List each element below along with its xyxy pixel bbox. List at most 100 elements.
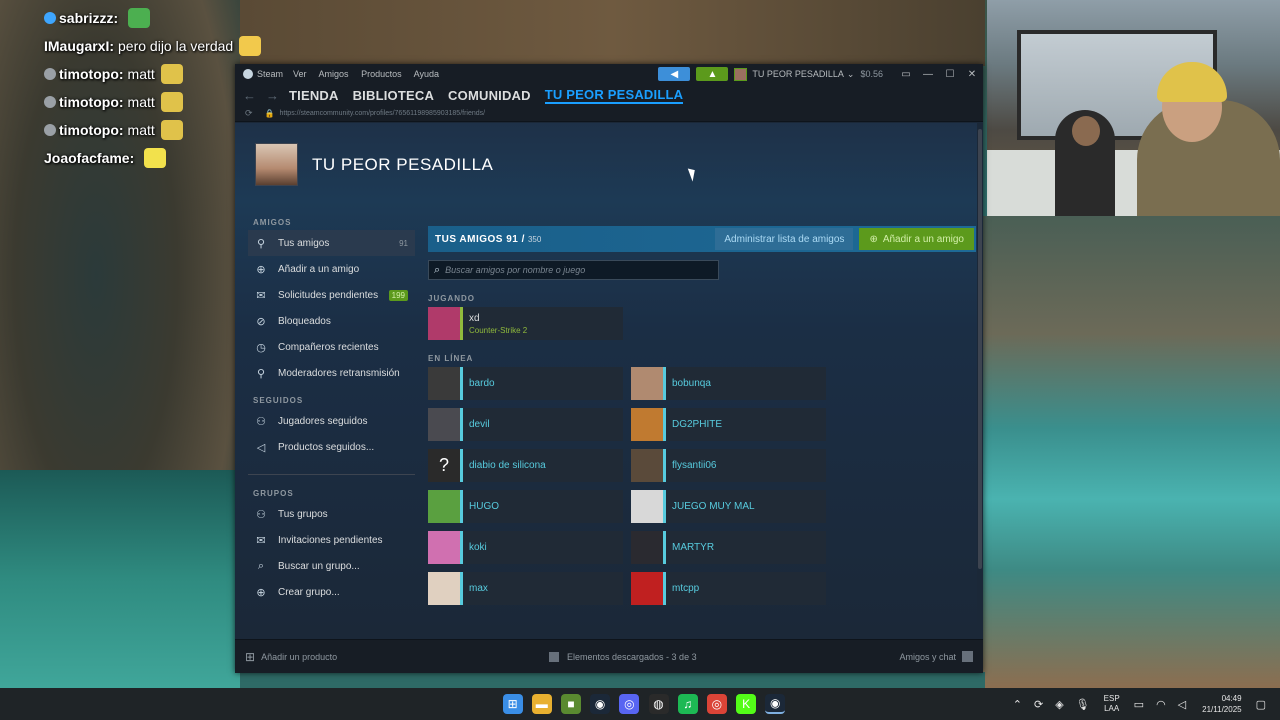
spotify-icon[interactable]: ♫ xyxy=(677,694,698,714)
sidebar-section-title: SEGUIDOS xyxy=(253,396,304,405)
friend-card[interactable]: bobunqa xyxy=(631,367,826,400)
url-text[interactable]: https://steamcommunity.com/profiles/7656… xyxy=(280,110,486,117)
windows-taskbar: ⊞ ▬ ■ ◉ ◎ ◍ ♫ ◎ K ◉ ⌃ ⟳ ◈ 🎙 ESP LAA ▭ ◠ ◁ 04:49 2… xyxy=(0,688,1280,720)
obs-icon[interactable]: ◍ xyxy=(648,694,669,714)
volume-icon[interactable]: ◁ xyxy=(1178,698,1186,711)
sidebar-item[interactable]: ⊘ Bloqueados xyxy=(248,308,415,334)
account-menu[interactable]: TU PEOR PESADILLA ⌄ $0.56 xyxy=(734,67,883,81)
downloads-button[interactable]: Elementos descargados - 3 de 3 xyxy=(549,651,697,662)
reload-icon[interactable]: ⟳ xyxy=(245,108,253,119)
steam-active-icon[interactable]: ◉ xyxy=(765,694,786,714)
nav-profile[interactable]: TU PEOR PESADILLA xyxy=(544,87,684,104)
notifications-button[interactable]: ▲ xyxy=(696,67,729,81)
friends-chat-button[interactable]: Amigos y chat xyxy=(899,651,973,662)
scrollbar-thumb[interactable] xyxy=(978,129,982,569)
account-name: TU PEOR PESADILLA xyxy=(752,69,844,79)
chevron-down-icon: ⌄ xyxy=(846,68,855,79)
friend-card[interactable]: max xyxy=(428,572,623,605)
menu-item-ver[interactable]: Ver xyxy=(293,69,307,79)
system-clock[interactable]: 04:49 21/11/2025 xyxy=(1202,693,1241,715)
friend-text: xd Counter-Strike 2 xyxy=(469,313,527,335)
sidebar-item[interactable]: ◁ Productos seguidos... xyxy=(248,434,415,460)
scrollbar[interactable] xyxy=(977,123,983,639)
profile-name[interactable]: TU PEOR PESADILLA xyxy=(312,155,493,175)
file-explorer-icon[interactable]: ▬ xyxy=(531,694,552,714)
chat-username: timotopo: xyxy=(59,66,124,82)
account-avatar xyxy=(734,67,748,81)
sidebar-item[interactable]: ◷ Compañeros recientes xyxy=(248,334,415,360)
sidebar-item[interactable]: ✉ Invitaciones pendientes xyxy=(248,527,415,553)
friend-text: DG2PHITE xyxy=(672,419,722,430)
chrome-icon[interactable]: ◎ xyxy=(706,694,727,714)
chat-emote-icon xyxy=(239,36,262,56)
friend-card[interactable]: mtcpp xyxy=(631,572,826,605)
nav-biblioteca[interactable]: BIBLIOTECA xyxy=(353,88,434,103)
steam-window: Steam Ver Amigos Productos Ayuda ◀ ▲ TU … xyxy=(235,64,983,673)
add-friend-button[interactable]: ⊕ Añadir a un amigo xyxy=(859,228,974,250)
menu-item-ayuda[interactable]: Ayuda xyxy=(414,69,439,79)
network-icon[interactable]: ◈ xyxy=(1055,698,1063,711)
back-arrow-icon[interactable]: ← xyxy=(243,88,256,103)
friend-status-bar xyxy=(663,408,666,441)
close-icon[interactable]: ✕ xyxy=(961,69,983,80)
friend-card[interactable]: flysantii06 xyxy=(631,449,826,482)
friend-card[interactable]: DG2PHITE xyxy=(631,408,826,441)
friend-card[interactable]: MARTYR xyxy=(631,531,826,564)
notification-icon[interactable]: ▢ xyxy=(1256,698,1266,711)
forward-arrow-icon[interactable]: → xyxy=(266,88,279,103)
friend-card[interactable]: devil xyxy=(428,408,623,441)
language-indicator[interactable]: ESP LAA xyxy=(1104,694,1120,714)
sidebar-item-label: Invitaciones pendientes xyxy=(278,534,383,546)
sidebar-item[interactable]: ⊕ Añadir a un amigo xyxy=(248,256,415,282)
minimize-icon[interactable]: — xyxy=(917,69,939,80)
sidebar-divider xyxy=(248,474,415,475)
minecraft-icon[interactable]: ■ xyxy=(560,694,581,714)
kick-icon[interactable]: K xyxy=(736,694,757,714)
nav-tienda[interactable]: TIENDA xyxy=(289,88,339,103)
sync-icon[interactable]: ⟳ xyxy=(1034,698,1043,711)
online-grid: bardo bobunqa devil DG2PHITE ? diabio de sili… xyxy=(428,367,976,605)
chat-emote-icon xyxy=(128,8,151,28)
windows-start-icon[interactable]: ⊞ xyxy=(502,694,523,714)
steam-icon[interactable]: ◉ xyxy=(590,694,611,714)
friends-count-separator: / xyxy=(521,233,525,245)
friend-card[interactable]: koki xyxy=(428,531,623,564)
friend-card[interactable]: ? diabio de silicona xyxy=(428,449,623,482)
friend-status-bar xyxy=(663,367,666,400)
sidebar-section-title: AMIGOS xyxy=(253,218,292,227)
chevron-up-icon[interactable]: ⌃ xyxy=(1013,698,1022,711)
nav-comunidad[interactable]: COMUNIDAD xyxy=(448,88,531,103)
manage-friends-button[interactable]: Administrar lista de amigos xyxy=(715,228,854,250)
menu-item-amigos[interactable]: Amigos xyxy=(319,69,349,79)
sidebar-item[interactable]: ✉ Solicitudes pendientes 199 xyxy=(248,282,415,308)
friends-search[interactable]: ⌕ xyxy=(428,260,719,280)
sidebar-item[interactable]: ⚇ Tus grupos xyxy=(248,501,415,527)
profile-avatar[interactable] xyxy=(255,143,298,186)
sidebar-item[interactable]: ⚲ Moderadores retransmisión xyxy=(248,360,415,386)
friend-card[interactable]: xd Counter-Strike 2 xyxy=(428,307,623,340)
friend-card[interactable]: HUGO xyxy=(428,490,623,523)
maximize-icon[interactable]: ☐ xyxy=(939,69,961,80)
menu-item-productos[interactable]: Productos xyxy=(361,69,402,79)
friends-search-input[interactable] xyxy=(445,265,706,275)
big-picture-icon[interactable]: ▭ xyxy=(895,69,917,80)
steam-menu-label[interactable]: Steam xyxy=(257,69,283,79)
microphone-icon[interactable]: 🎙 xyxy=(1076,698,1090,711)
monitor-icon[interactable]: ▭ xyxy=(1134,698,1144,711)
sidebar-item-label: Compañeros recientes xyxy=(278,341,379,353)
sidebar-section-title: GRUPOS xyxy=(253,489,294,498)
friend-card[interactable]: JUEGO MUY MAL xyxy=(631,490,826,523)
friend-status-bar xyxy=(663,531,666,564)
chat-username: timotopo: xyxy=(59,94,124,110)
announcements-button[interactable]: ◀ xyxy=(658,67,691,81)
add-product-button[interactable]: ⊞ Añadir un producto xyxy=(245,650,337,664)
sidebar-item[interactable]: ⚲ Tus amigos 91 xyxy=(248,230,415,256)
wifi-icon[interactable]: ◠ xyxy=(1156,698,1166,711)
sidebar-item[interactable]: ⚇ Jugadores seguidos xyxy=(248,408,415,434)
sidebar-item[interactable]: ⌕ Buscar un grupo... xyxy=(248,553,415,579)
sidebar-item[interactable]: ⊕ Crear grupo... xyxy=(248,579,415,605)
add-friend-label: Añadir a un amigo xyxy=(882,233,964,245)
friend-card[interactable]: bardo xyxy=(428,367,623,400)
discord-icon[interactable]: ◎ xyxy=(619,694,640,714)
